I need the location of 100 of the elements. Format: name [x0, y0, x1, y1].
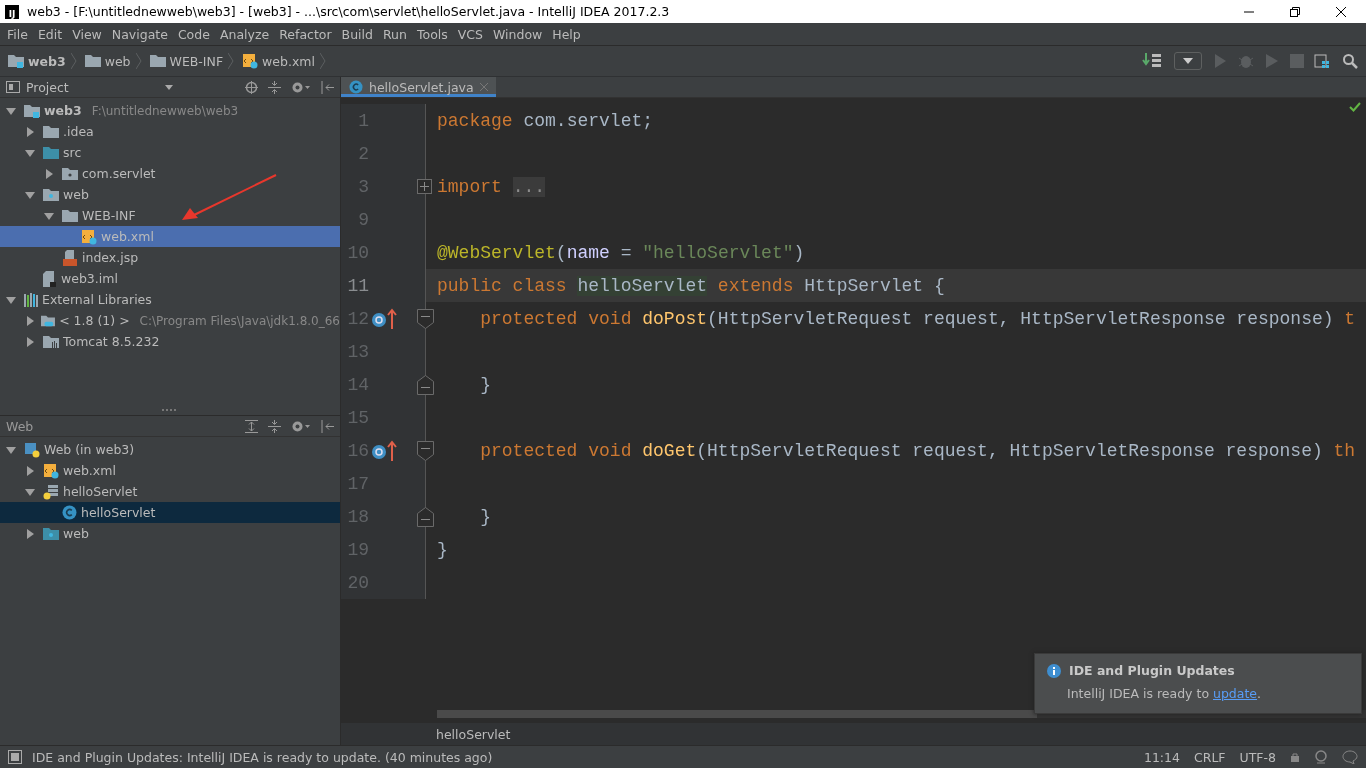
code-line: } [436, 539, 448, 560]
event-log-icon[interactable] [1342, 750, 1358, 764]
gear-icon[interactable] [291, 80, 311, 94]
search-icon[interactable] [1342, 53, 1358, 69]
tree-item[interactable]: .idea [0, 121, 340, 142]
tree-item[interactable]: web3.iml [0, 268, 340, 289]
tree-item[interactable]: web3 F:\untitlednewweb\web3 [0, 100, 340, 121]
tree-item[interactable]: web [0, 523, 340, 544]
tree-item[interactable]: web [0, 184, 340, 205]
menu-item[interactable]: Run [378, 26, 412, 42]
path-hint: F:\untitlednewweb\web3 [91, 103, 239, 118]
expanded-arrow-icon[interactable] [6, 294, 16, 305]
menu-item[interactable]: Help [547, 26, 586, 42]
expanded-arrow-icon[interactable] [25, 486, 35, 497]
menu-item[interactable]: Code [172, 26, 215, 42]
collapsed-arrow-icon[interactable] [44, 168, 54, 179]
menu-item[interactable]: Analyze [214, 26, 275, 42]
collapsed-arrow-icon[interactable] [25, 465, 35, 476]
caret-position[interactable]: 11:14 [1143, 749, 1180, 765]
menu-item[interactable]: Refactor [274, 26, 337, 42]
menu-item[interactable]: VCS [452, 26, 488, 42]
tool-window-toggle-icon[interactable] [8, 750, 22, 764]
override-marker-icon[interactable] [372, 439, 400, 462]
project-structure-icon[interactable] [1314, 52, 1332, 70]
file-encoding[interactable]: UTF-8 [1239, 749, 1276, 765]
caret-icon[interactable] [164, 84, 173, 90]
panel-icon [6, 81, 20, 93]
expand-fold-icon[interactable] [417, 179, 432, 194]
tree-item[interactable]: Tomcat 8.5.232 [0, 331, 340, 352]
breadcrumb-item[interactable]: web.xml [262, 53, 315, 69]
menu-item[interactable]: Navigate [106, 26, 173, 42]
tree-item[interactable]: Web (in web3) [0, 439, 340, 460]
tree-item[interactable]: External Libraries [0, 289, 340, 310]
folder-icon [43, 124, 59, 139]
splitter-handle-icon[interactable] [162, 408, 178, 412]
update-link[interactable]: update [1213, 686, 1258, 701]
chevron-icon [70, 52, 77, 70]
hide-panel-icon[interactable] [321, 80, 334, 94]
locate-icon[interactable] [245, 80, 258, 94]
build-icon[interactable] [1142, 52, 1164, 70]
run-configuration-dropdown[interactable] [1174, 52, 1202, 70]
expanded-arrow-icon[interactable] [25, 147, 35, 158]
library-icon [24, 292, 38, 307]
hide-panel-icon[interactable] [321, 419, 334, 433]
caret-icon [1183, 58, 1193, 64]
collapsed-arrow-icon[interactable] [25, 336, 35, 347]
collapsed-arrow-icon[interactable] [25, 126, 35, 137]
collapsed-arrow-icon[interactable] [25, 315, 35, 326]
tree-item[interactable]: WEB-INF [0, 205, 340, 226]
fold-end-icon[interactable] [417, 506, 434, 527]
panel-title[interactable]: Web [6, 418, 34, 434]
scrollbar-thumb[interactable] [437, 710, 1037, 718]
menu-item[interactable]: File [2, 26, 33, 42]
project-folder-icon [8, 54, 24, 68]
code-line: package com.servlet; [436, 110, 654, 131]
fold-start-icon[interactable] [417, 308, 434, 329]
expanded-arrow-icon[interactable] [44, 210, 54, 221]
collapsed-arrow-icon[interactable] [25, 528, 35, 539]
chevron-icon [320, 52, 326, 70]
panel-title[interactable]: Project [26, 79, 69, 95]
close-icon[interactable] [1334, 4, 1348, 19]
restore-icon[interactable] [1288, 4, 1302, 19]
expand-all-icon[interactable] [245, 419, 258, 433]
menu-item[interactable]: View [67, 26, 107, 42]
menu-item[interactable]: Build [336, 26, 378, 42]
inspector-icon[interactable] [1314, 750, 1328, 764]
tree-item[interactable]: index.jsp [0, 247, 340, 268]
expanded-arrow-icon[interactable] [6, 105, 16, 116]
fold-end-icon[interactable] [417, 374, 434, 395]
tree-item[interactable]: helloServlet [0, 481, 340, 502]
expanded-arrow-icon[interactable] [25, 189, 35, 200]
folder-icon [84, 54, 101, 68]
fold-start-icon[interactable] [417, 440, 434, 461]
editor-tab[interactable]: helloServlet.java [341, 77, 496, 97]
app-logo: IJ [5, 4, 19, 19]
breadcrumb-item[interactable]: web3 [28, 53, 66, 69]
tree-item[interactable]: src [0, 142, 340, 163]
breadcrumb-item[interactable]: WEB-INF [169, 53, 224, 69]
breadcrumb-item[interactable]: helloServlet [436, 726, 511, 742]
servlet-icon [43, 483, 59, 500]
collapse-all-icon[interactable] [268, 80, 281, 94]
web-module-icon [24, 441, 40, 458]
jdk-folder-icon [41, 313, 56, 328]
menu-item[interactable]: Edit [32, 26, 68, 42]
tree-item[interactable]: com.servlet [0, 163, 340, 184]
lock-icon[interactable] [1290, 752, 1300, 762]
collapse-all-icon[interactable] [268, 419, 281, 433]
code-line: } [479, 506, 491, 527]
breadcrumb-item[interactable]: web [104, 53, 131, 69]
menu-item[interactable]: Window [488, 26, 548, 42]
tree-item[interactable]: < 1.8 (1) > C:\Program Files\Java\jdk1.8.0_66 [0, 310, 340, 331]
tree-item[interactable]: helloServlet [0, 502, 340, 523]
override-marker-icon[interactable] [372, 307, 400, 330]
tree-item[interactable]: web.xml [0, 460, 340, 481]
menu-item[interactable]: Tools [411, 26, 453, 42]
line-separator[interactable]: CRLF [1193, 749, 1226, 765]
xml-file-icon [81, 228, 97, 245]
expanded-arrow-icon[interactable] [6, 444, 16, 455]
code-line: public class helloServlet extends HttpServlet { [436, 275, 945, 296]
gear-icon[interactable] [291, 419, 311, 433]
